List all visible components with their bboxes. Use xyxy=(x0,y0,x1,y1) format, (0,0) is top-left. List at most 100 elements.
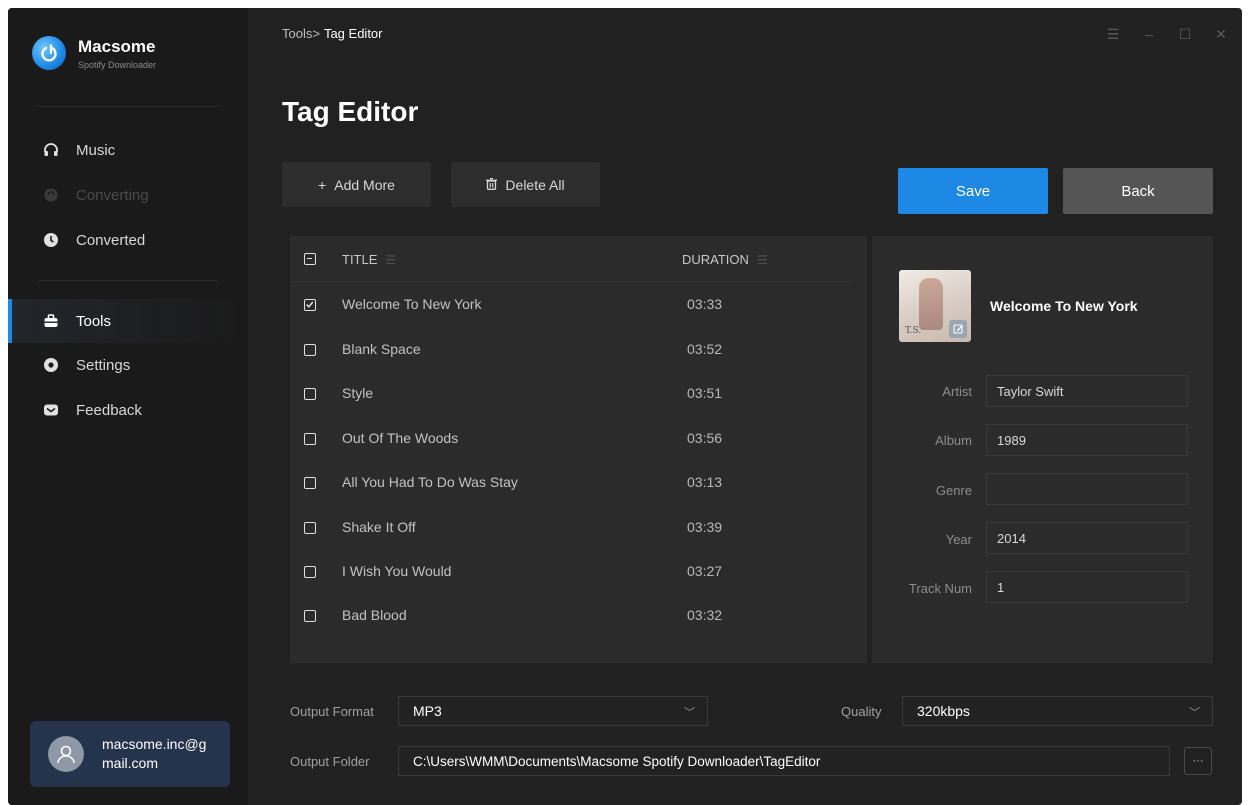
add-more-button[interactable]: + Add More xyxy=(282,162,431,207)
output-format-label: Output Format xyxy=(290,704,374,719)
brand: Macsome Spotify Downloader xyxy=(32,36,156,70)
track-duration: 03:52 xyxy=(687,341,723,357)
title-column-header[interactable]: TITLE ☰ xyxy=(342,252,396,267)
table-row[interactable]: All You Had To Do Was Stay 03:13 xyxy=(290,461,867,505)
track-title: Style xyxy=(342,385,374,401)
page-title: Tag Editor xyxy=(282,96,419,127)
duration-header-label: DURATION xyxy=(682,252,749,267)
sidebar-item-feedback[interactable]: Feedback xyxy=(8,388,248,432)
track-title: Shake It Off xyxy=(342,519,416,535)
breadcrumb: Tools> Tag Editor xyxy=(282,26,383,41)
track-duration: 03:27 xyxy=(687,563,723,579)
delete-all-label: Delete All xyxy=(505,176,565,193)
sidebar-divider xyxy=(38,280,218,281)
delete-all-button[interactable]: Delete All xyxy=(451,162,600,207)
sidebar-item-music[interactable]: Music xyxy=(8,128,248,172)
brand-name: Macsome xyxy=(78,36,156,56)
edit-cover-icon[interactable] xyxy=(949,320,967,338)
track-title: Welcome To New York xyxy=(342,296,482,312)
cover-art xyxy=(919,278,943,330)
sort-icon[interactable]: ☰ xyxy=(385,253,396,267)
row-checkbox[interactable] xyxy=(304,299,316,311)
track-table: TITLE ☰ DURATION ☰ Welcome To New York 03:… xyxy=(290,236,867,663)
row-checkbox[interactable] xyxy=(304,344,316,356)
album-field[interactable] xyxy=(986,424,1188,456)
artist-field[interactable] xyxy=(986,375,1188,407)
table-row[interactable]: Bad Blood 03:32 xyxy=(290,594,867,638)
track-duration: 03:33 xyxy=(687,296,723,312)
sidebar-item-converting[interactable]: Converting xyxy=(8,173,248,217)
row-checkbox[interactable] xyxy=(304,610,316,622)
table-row[interactable]: Shake It Off 03:39 xyxy=(290,506,867,550)
close-icon[interactable]: ✕ xyxy=(1214,26,1228,43)
header-divider xyxy=(290,281,850,282)
album-label: Album xyxy=(935,433,972,448)
year-label: Year xyxy=(945,532,972,547)
sidebar-item-label: Converted xyxy=(76,231,146,249)
genre-label: Genre xyxy=(935,483,972,498)
track-title: Out Of The Woods xyxy=(342,430,459,446)
sidebar: Macsome Spotify Downloader Music Convert… xyxy=(8,8,248,805)
title-header-label: TITLE xyxy=(342,252,378,267)
output-format-select[interactable]: MP3 ﹀ xyxy=(398,696,708,726)
breadcrumb-parent[interactable]: Tools xyxy=(282,26,312,41)
chevron-down-icon: ﹀ xyxy=(684,707,695,719)
browse-folder-button[interactable]: ··· xyxy=(1184,747,1212,775)
maximize-icon[interactable]: ☐ xyxy=(1178,26,1192,43)
output-folder-label: Output Folder xyxy=(290,754,370,769)
output-folder-field[interactable]: C:\Users\WMM\Documents\Macsome Spotify D… xyxy=(398,746,1170,776)
track-title: I Wish You Would xyxy=(342,563,452,579)
sidebar-divider xyxy=(38,106,218,107)
sidebar-item-converted[interactable]: Converted xyxy=(8,218,248,262)
app-logo-icon xyxy=(32,36,66,70)
table-row[interactable]: I Wish You Would 03:27 xyxy=(290,550,867,594)
track-title: All You Had To Do Was Stay xyxy=(342,474,518,490)
artist-label: Artist xyxy=(942,384,972,399)
minimize-icon[interactable]: – xyxy=(1142,26,1156,43)
chevron-down-icon: ﹀ xyxy=(1189,707,1200,719)
breadcrumb-current: Tag Editor xyxy=(323,26,383,41)
sidebar-item-settings[interactable]: Settings xyxy=(8,343,248,387)
output-format-value: MP3 xyxy=(413,703,442,719)
row-checkbox[interactable] xyxy=(304,388,316,400)
track-num-label: Track Num xyxy=(908,581,972,596)
back-button[interactable]: Back xyxy=(1063,168,1213,214)
row-checkbox[interactable] xyxy=(304,477,316,489)
app-window: Macsome Spotify Downloader Music Convert… xyxy=(8,8,1242,805)
table-row[interactable]: Out Of The Woods 03:56 xyxy=(290,417,867,461)
sidebar-item-tools[interactable]: Tools xyxy=(8,299,248,343)
sidebar-item-label: Settings xyxy=(76,356,131,374)
duration-column-header[interactable]: DURATION ☰ xyxy=(682,252,768,267)
genre-field[interactable] xyxy=(986,473,1188,505)
track-duration: 03:56 xyxy=(687,430,723,446)
cover-text: T.S. xyxy=(905,326,922,336)
avatar xyxy=(48,736,84,772)
table-row[interactable]: Welcome To New York 03:33 xyxy=(290,283,867,327)
table-row[interactable]: Blank Space 03:52 xyxy=(290,328,867,372)
converting-icon xyxy=(42,186,60,204)
plus-icon: + xyxy=(318,176,327,193)
user-email: macsome.inc@gmail.com xyxy=(102,736,207,771)
table-row[interactable]: Style 03:51 xyxy=(290,372,867,416)
track-num-field[interactable] xyxy=(986,571,1188,603)
menu-icon[interactable]: ☰ xyxy=(1106,26,1120,43)
window-controls: ☰ – ☐ ✕ xyxy=(1106,26,1228,43)
quality-label: Quality xyxy=(841,704,882,719)
row-checkbox[interactable] xyxy=(304,522,316,534)
track-duration: 03:39 xyxy=(687,519,723,535)
row-checkbox[interactable] xyxy=(304,433,316,445)
add-more-label: Add More xyxy=(334,176,395,193)
save-button[interactable]: Save xyxy=(898,168,1048,214)
album-cover[interactable]: T.S. xyxy=(899,270,971,342)
sidebar-item-label: Feedback xyxy=(76,401,142,419)
row-checkbox[interactable] xyxy=(304,566,316,578)
mail-icon xyxy=(42,401,60,419)
user-account-card[interactable]: macsome.inc@gmail.com xyxy=(30,721,230,787)
select-all-checkbox[interactable] xyxy=(304,253,316,265)
sort-icon[interactable]: ☰ xyxy=(757,253,768,267)
sidebar-item-label: Tools xyxy=(76,312,112,330)
quality-select[interactable]: 320kbps ﹀ xyxy=(902,696,1213,726)
year-field[interactable] xyxy=(986,522,1188,554)
breadcrumb-separator: > xyxy=(312,26,320,41)
track-duration: 03:13 xyxy=(687,474,723,490)
